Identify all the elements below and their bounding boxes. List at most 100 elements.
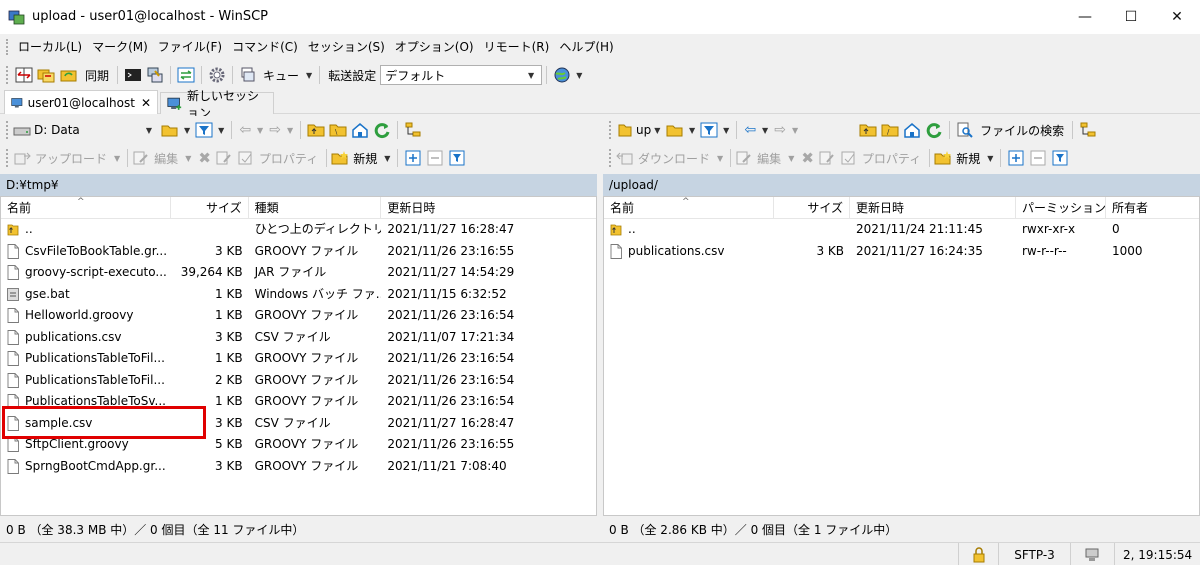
putty-button[interactable] (144, 64, 166, 86)
unselect-button[interactable] (1027, 147, 1049, 169)
close-button[interactable]: ✕ (1154, 0, 1200, 34)
compare-dirs-button[interactable] (13, 64, 35, 86)
new-button[interactable]: 新規 (349, 150, 381, 167)
table-row[interactable]: SprngBootCmdApp.gr... 3 KB GROOVY ファイル 2021… (1, 456, 596, 478)
find-files-button[interactable]: ファイルの検索 (976, 122, 1068, 139)
table-row[interactable]: publications.csv 3 KB 2021/11/27 16:24:35 r… (604, 241, 1199, 263)
dropdown-icon[interactable]: ▼ (287, 126, 293, 135)
dropdown-icon[interactable]: ▼ (689, 126, 695, 135)
local-open-folder-button[interactable] (159, 119, 181, 141)
table-row[interactable]: .. 2021/11/24 21:11:45 rwxr-xr-x 0 (604, 219, 1199, 241)
dropdown-icon[interactable]: ▼ (723, 126, 729, 135)
transfer-settings-select[interactable]: デフォルト ▼ (380, 65, 543, 85)
queue-dropdown-icon[interactable]: ▼ (306, 71, 312, 80)
local-root-dir-button[interactable]: \ (327, 119, 349, 141)
menu-options[interactable]: オプション(O) (390, 36, 479, 58)
forward-arrow-icon[interactable]: ⇨ (774, 122, 786, 138)
properties-button[interactable]: プロパティ (255, 150, 322, 167)
preferences-button[interactable] (206, 64, 228, 86)
console-button[interactable] (122, 64, 144, 86)
download-button[interactable]: ダウンロード (634, 150, 714, 167)
table-row[interactable]: PublicationsTableToFil... 2 KB GROOVY ファイル… (1, 370, 596, 392)
col-size[interactable]: サイズ (774, 197, 850, 219)
network-dropdown-icon[interactable]: ▼ (576, 71, 582, 80)
edit-button[interactable]: 編集 (753, 150, 785, 167)
dropdown-icon[interactable]: ▼ (788, 154, 794, 163)
menu-remote[interactable]: リモート(R) (479, 36, 555, 58)
remote-file-list[interactable]: 名前 ^ サイズ 更新日時 パーミッション 所有者 .. 2021/11/24 21… (603, 196, 1200, 516)
delete-icon[interactable]: ✖ (198, 149, 211, 167)
local-filter-select-button[interactable] (446, 147, 468, 169)
table-row[interactable]: gse.bat 1 KB Windows バッチ ファ... 2021/11/15 6… (1, 284, 596, 306)
sync-button[interactable] (57, 64, 81, 86)
new-button[interactable]: 新規 (952, 150, 984, 167)
back-arrow-icon[interactable]: ⇦ (239, 122, 251, 138)
find-files-icon-button[interactable] (954, 119, 976, 141)
dropdown-icon[interactable]: ▼ (717, 154, 723, 163)
sync-label[interactable]: 同期 (81, 67, 113, 84)
table-row[interactable]: PublicationsTableToFil... 1 KB GROOVY ファイル… (1, 348, 596, 370)
delete-icon[interactable]: ✖ (801, 149, 814, 167)
table-row[interactable]: CsvFileToBookTable.gr... 3 KB GROOVY ファイル 2… (1, 241, 596, 263)
remote-tree-button[interactable] (1077, 119, 1099, 141)
remote-filter-button[interactable] (698, 119, 720, 141)
remote-root-dir-button[interactable]: / (879, 119, 901, 141)
remote-open-folder-button[interactable] (664, 119, 686, 141)
local-drive-select[interactable]: D: Data ▼ (13, 120, 159, 140)
menu-session[interactable]: セッション(S) (303, 36, 390, 58)
table-row[interactable]: publications.csv 3 KB CSV ファイル 2021/11/07 1… (1, 327, 596, 349)
connection-indicator[interactable] (1070, 543, 1114, 565)
remote-parent-dir-button[interactable] (857, 119, 879, 141)
remote-filter-select-button[interactable] (1049, 147, 1071, 169)
dropdown-icon[interactable]: ▼ (114, 154, 120, 163)
minimize-button[interactable]: — (1062, 0, 1108, 34)
network-button[interactable] (551, 64, 573, 86)
col-modified[interactable]: 更新日時 (850, 197, 1016, 219)
remote-path-bar[interactable]: /upload/ (603, 174, 1200, 196)
table-row[interactable]: Helloworld.groovy 1 KB GROOVY ファイル 2021/11/… (1, 305, 596, 327)
upload-button[interactable]: アップロード (31, 150, 111, 167)
local-tree-button[interactable] (402, 119, 424, 141)
tab-new-session[interactable]: 新しいセッション (160, 89, 274, 120)
menu-help[interactable]: ヘルプ(H) (554, 36, 618, 58)
dropdown-icon[interactable]: ▼ (792, 126, 798, 135)
properties-button[interactable]: プロパティ (858, 150, 925, 167)
tab-close-icon[interactable]: ✕ (141, 96, 151, 110)
encryption-indicator[interactable] (958, 543, 998, 565)
forward-arrow-icon[interactable]: ⇨ (269, 122, 281, 138)
col-type[interactable]: 種類 (249, 197, 382, 219)
queue-label[interactable]: キュー (259, 67, 303, 84)
col-permissions[interactable]: パーミッション (1016, 197, 1106, 219)
table-row[interactable]: .. ひとつ上のディレクトリ 2021/11/27 16:28:47 (1, 219, 596, 241)
local-home-button[interactable] (349, 119, 371, 141)
maximize-button[interactable]: ☐ (1108, 0, 1154, 34)
dropdown-icon[interactable]: ▼ (184, 126, 190, 135)
local-path-bar[interactable]: D:¥tmp¥ (0, 174, 597, 196)
remote-dir-select[interactable]: up ▼ (616, 120, 664, 140)
local-file-list[interactable]: 名前 ^ サイズ 種類 更新日時 .. ひとつ上のディレクトリ 2021/11/27 … (0, 196, 597, 516)
queue-button[interactable] (237, 64, 259, 86)
dropdown-icon[interactable]: ▼ (987, 154, 993, 163)
dropdown-icon[interactable]: ▼ (762, 126, 768, 135)
remote-refresh-button[interactable] (923, 119, 945, 141)
edit-button[interactable]: 編集 (150, 150, 182, 167)
col-owner[interactable]: 所有者 (1106, 197, 1199, 219)
select-all-button[interactable] (402, 147, 424, 169)
unselect-button[interactable] (424, 147, 446, 169)
dropdown-icon[interactable]: ▼ (218, 126, 224, 135)
remote-home-button[interactable] (901, 119, 923, 141)
back-arrow-icon[interactable]: ⇦ (744, 122, 756, 138)
col-name[interactable]: 名前 ^ (1, 197, 171, 219)
menu-local[interactable]: ローカル(L) (13, 36, 87, 58)
select-all-button[interactable] (1005, 147, 1027, 169)
menu-command[interactable]: コマンド(C) (227, 36, 303, 58)
col-size[interactable]: サイズ (171, 197, 249, 219)
local-refresh-button[interactable] (371, 119, 393, 141)
menu-mark[interactable]: マーク(M) (87, 36, 153, 58)
tab-session-user01[interactable]: user01@localhost ✕ (4, 90, 158, 114)
col-modified[interactable]: 更新日時 (381, 197, 596, 219)
local-parent-dir-button[interactable] (305, 119, 327, 141)
dropdown-icon[interactable]: ▼ (257, 126, 263, 135)
dropdown-icon[interactable]: ▼ (185, 154, 191, 163)
sync-browse-button[interactable] (35, 64, 57, 86)
